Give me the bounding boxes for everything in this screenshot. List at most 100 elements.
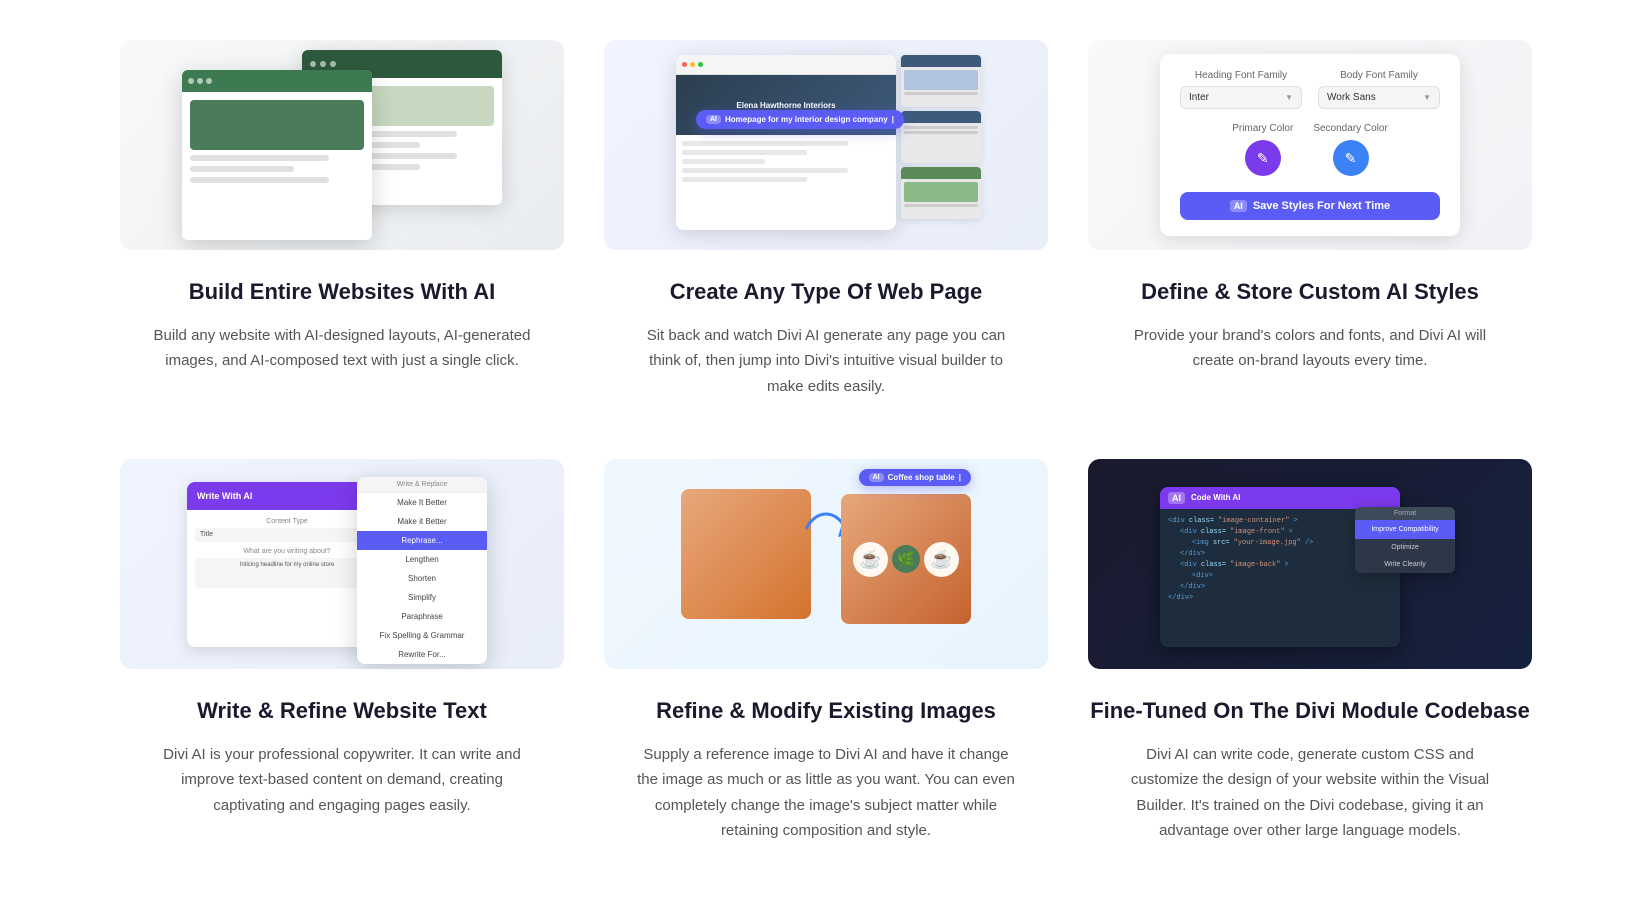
mockup-front-content bbox=[182, 92, 372, 196]
thumb3 bbox=[901, 167, 981, 219]
menu-item-lengthen[interactable]: Lengthen bbox=[357, 550, 487, 569]
thumb-line1 bbox=[904, 92, 978, 95]
feature-image-codebase: AI Code With AI <div class= "image-conta… bbox=[1088, 459, 1532, 669]
thumb-body3 bbox=[901, 179, 981, 212]
format-item-optimize[interactable]: Optimize bbox=[1355, 539, 1455, 556]
front-img bbox=[190, 100, 364, 150]
coffee-items: ☕ 🌿 ☕ bbox=[841, 494, 971, 624]
about-textarea[interactable]: Inticing headline for my online store bbox=[195, 558, 379, 588]
heading-font-value: Inter bbox=[1189, 92, 1209, 103]
menu-item-simplify[interactable]: Simplify bbox=[357, 588, 487, 607]
menu-item-paraphrase[interactable]: Paraphrase bbox=[357, 607, 487, 626]
menu-item-spelling[interactable]: Fix Spelling & Grammar bbox=[357, 626, 487, 645]
feature-image-refine-images: AI Coffee shop table | ☕ 🌿 ☕ bbox=[604, 459, 1048, 669]
feature-desc-styles: Provide your brand's colors and fonts, a… bbox=[1120, 323, 1500, 374]
feature-card-build-websites: ✦ bbox=[120, 40, 564, 399]
colors-row: Primary Color ✎ Secondary Color ✎ bbox=[1180, 123, 1440, 176]
body-font-arrow: ▼ bbox=[1423, 93, 1431, 102]
secondary-color-circle[interactable]: ✎ bbox=[1333, 140, 1369, 176]
thumb-header1 bbox=[901, 55, 981, 67]
tag5: <div bbox=[1180, 561, 1197, 569]
body-font-label: Body Font Family bbox=[1318, 70, 1440, 81]
feature-image-build-websites: ✦ bbox=[120, 40, 564, 250]
format-item-improve[interactable]: Improve Compatibility bbox=[1355, 520, 1455, 539]
body-font-select[interactable]: Work Sans ▼ bbox=[1318, 86, 1440, 109]
feature-card-custom-styles: Heading Font Family Inter ▼ Body Font Fa… bbox=[1088, 40, 1532, 399]
feature-image-create-page: Elena Hawthorne Interiors AI Homepage bbox=[604, 40, 1048, 250]
features-grid: ✦ bbox=[0, 0, 1652, 904]
img-original bbox=[681, 489, 811, 619]
styles-panel: Heading Font Family Inter ▼ Body Font Fa… bbox=[1160, 54, 1460, 236]
val5: "image-back" bbox=[1230, 561, 1280, 569]
secondary-color-label: Secondary Color bbox=[1313, 123, 1387, 134]
ai-prompt-bubble: AI Homepage for my interior design compa… bbox=[696, 110, 904, 129]
class1: class= bbox=[1189, 517, 1214, 525]
menu-item-make-better2[interactable]: Make it Better bbox=[357, 512, 487, 531]
menu-item-make-better1[interactable]: Make It Better bbox=[357, 493, 487, 512]
tag1: <div bbox=[1168, 517, 1185, 525]
img-result: ☕ 🌿 ☕ bbox=[841, 494, 971, 624]
website-mockup: ✦ bbox=[182, 50, 502, 240]
primary-color-circle[interactable]: ✎ bbox=[1245, 140, 1281, 176]
save-styles-button[interactable]: AI Save Styles For Next Time bbox=[1180, 192, 1440, 220]
bl5 bbox=[682, 177, 807, 182]
format-item-clean[interactable]: Write Cleanly bbox=[1355, 556, 1455, 573]
img-original-content bbox=[681, 489, 811, 619]
menu-item-rephrase[interactable]: Rephrase... bbox=[357, 531, 487, 550]
ai-badge-refine: AI bbox=[869, 473, 884, 482]
tag2: <div bbox=[1180, 528, 1197, 536]
browser-dot-green bbox=[698, 62, 703, 67]
tag3c: /> bbox=[1305, 539, 1313, 547]
dot1 bbox=[310, 61, 316, 67]
secondary-color-item: Secondary Color ✎ bbox=[1313, 123, 1387, 176]
cl7: </div> bbox=[1168, 583, 1392, 591]
f-dot1 bbox=[188, 78, 194, 84]
coffee-cup2: ☕ bbox=[924, 542, 959, 577]
font-selectors-row: Heading Font Family Inter ▼ Body Font Fa… bbox=[1180, 70, 1440, 109]
content-type-input[interactable]: Title bbox=[195, 528, 379, 542]
coffee-cup1: ☕ bbox=[853, 542, 888, 577]
cl8: </div> bbox=[1168, 594, 1392, 602]
bl4 bbox=[682, 168, 848, 173]
thumb-header2 bbox=[901, 111, 981, 123]
ai-badge: AI bbox=[706, 115, 721, 124]
feature-desc-create: Sit back and watch Divi AI generate any … bbox=[636, 323, 1016, 400]
images-mockup: AI Coffee shop table | ☕ 🌿 ☕ bbox=[666, 469, 986, 659]
write-panel: Write With AI Content Type Title What ar… bbox=[182, 472, 502, 657]
body-font-selector: Body Font Family Work Sans ▼ bbox=[1318, 70, 1440, 109]
content-type-label: Content Type bbox=[195, 518, 379, 525]
val1: "image-container" bbox=[1218, 517, 1289, 525]
code-panel: AI Code With AI <div class= "image-conta… bbox=[1160, 477, 1460, 652]
code-with-ai-label: Code With AI bbox=[1191, 493, 1240, 502]
thumb2 bbox=[901, 111, 981, 163]
menu-item-rewrite[interactable]: Rewrite For... bbox=[357, 645, 487, 664]
feature-desc-codebase: Divi AI can write code, generate custom … bbox=[1120, 742, 1500, 844]
val3: "your-image.jpg" bbox=[1234, 539, 1301, 547]
mockup-front-header bbox=[182, 70, 372, 92]
feature-desc-images: Supply a reference image to Divi AI and … bbox=[636, 742, 1016, 844]
menu-item-shorten[interactable]: Shorten bbox=[357, 569, 487, 588]
feature-card-codebase: AI Code With AI <div class= "image-conta… bbox=[1088, 459, 1532, 844]
thumb-body1 bbox=[901, 67, 981, 100]
feature-desc-build: Build any website with AI-designed layou… bbox=[152, 323, 532, 374]
tag5c: > bbox=[1284, 561, 1288, 569]
dot3 bbox=[330, 61, 336, 67]
context-menu: Write & Replace Make It Better Make it B… bbox=[357, 477, 487, 664]
cursor-refine: | bbox=[959, 473, 961, 482]
body-font-value: Work Sans bbox=[1327, 92, 1376, 103]
feature-title-create: Create Any Type Of Web Page bbox=[670, 278, 983, 307]
tag2c: > bbox=[1289, 528, 1293, 536]
browser-content: Elena Hawthorne Interiors bbox=[676, 75, 896, 192]
write-with-ai-label: Write With AI bbox=[197, 491, 252, 501]
bl3 bbox=[682, 159, 765, 164]
heading-font-arrow: ▼ bbox=[1285, 93, 1293, 102]
class3: src= bbox=[1213, 539, 1230, 547]
front-line1 bbox=[190, 155, 329, 161]
thumb-line3 bbox=[904, 131, 978, 134]
cursor-blink: | bbox=[892, 115, 894, 124]
cl6: <div> bbox=[1168, 572, 1392, 580]
primary-color-item: Primary Color ✎ bbox=[1232, 123, 1293, 176]
ai-prompt-refine: AI Coffee shop table | bbox=[859, 469, 971, 486]
heading-font-select[interactable]: Inter ▼ bbox=[1180, 86, 1302, 109]
mockup-front bbox=[182, 70, 372, 240]
